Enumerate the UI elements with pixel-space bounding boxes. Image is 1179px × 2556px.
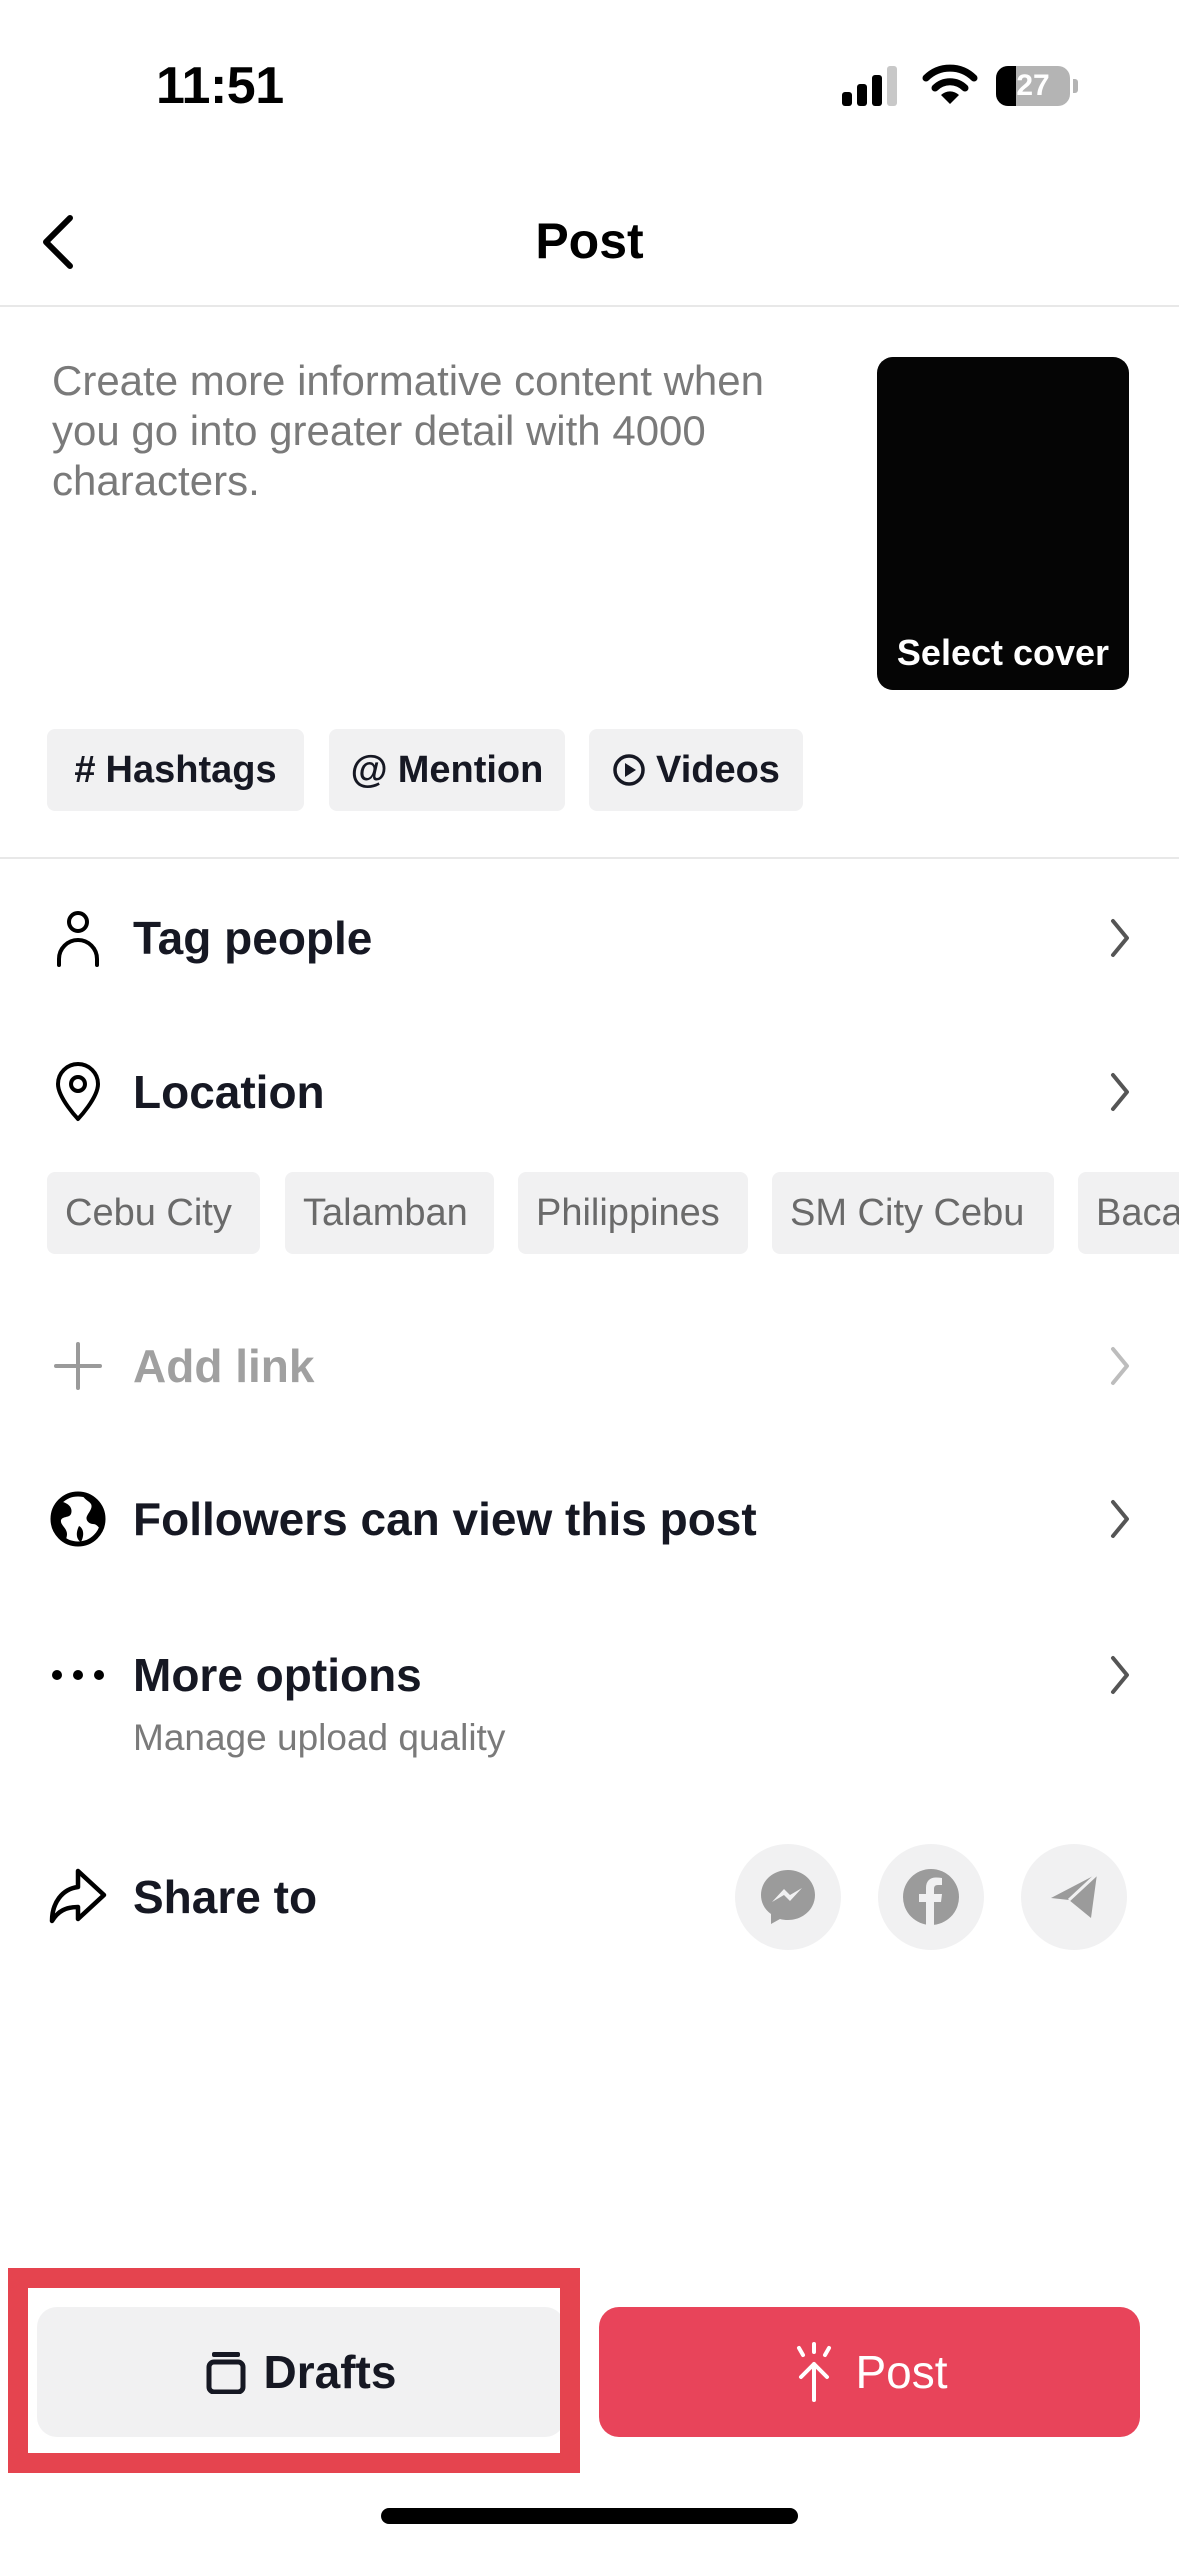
post-upload-icon bbox=[797, 2342, 832, 2402]
chevron-right-icon bbox=[1111, 1347, 1129, 1385]
mention-chip[interactable]: @ Mention bbox=[329, 729, 565, 811]
person-icon bbox=[48, 908, 108, 968]
play-circle-icon bbox=[613, 754, 645, 786]
cover-thumbnail[interactable]: Select cover bbox=[877, 357, 1129, 690]
hashtags-chip[interactable]: # Hashtags bbox=[47, 729, 304, 811]
add-link-row[interactable]: Add link bbox=[0, 1311, 1179, 1421]
location-suggestion-chip[interactable]: Philippines bbox=[518, 1172, 748, 1254]
description-input[interactable]: Create more informative content when you… bbox=[52, 356, 812, 506]
share-arrow-icon bbox=[48, 1867, 108, 1927]
location-suggestion-chip[interactable]: Baca bbox=[1078, 1172, 1179, 1254]
share-to-label: Share to bbox=[133, 1871, 318, 1923]
location-suggestion-chip[interactable]: Talamban bbox=[285, 1172, 494, 1254]
tag-people-label: Tag people bbox=[133, 912, 373, 964]
chevron-right-icon bbox=[1111, 1656, 1129, 1694]
at-icon: @ bbox=[350, 748, 388, 791]
location-suggestion-chip[interactable]: SM City Cebu bbox=[772, 1172, 1054, 1254]
signal-icon bbox=[842, 66, 897, 106]
messenger-icon bbox=[761, 1870, 815, 1924]
post-label: Post bbox=[855, 2346, 948, 2398]
location-pin-icon bbox=[48, 1062, 108, 1122]
share-messenger-button[interactable] bbox=[735, 1844, 841, 1950]
location-row[interactable]: Location bbox=[0, 1037, 1179, 1147]
battery-icon: 27 bbox=[996, 66, 1078, 106]
more-dots-icon bbox=[48, 1645, 108, 1705]
drafts-highlight-box bbox=[8, 2268, 580, 2473]
location-label: Location bbox=[133, 1066, 325, 1118]
chevron-right-icon bbox=[1111, 1073, 1129, 1111]
location-suggestion-chip[interactable]: Cebu City bbox=[47, 1172, 260, 1254]
home-indicator bbox=[381, 2508, 798, 2524]
tag-people-row[interactable]: Tag people bbox=[0, 883, 1179, 993]
chip-label: Hashtags bbox=[105, 748, 277, 791]
page-title: Post bbox=[535, 213, 644, 269]
header-divider bbox=[0, 305, 1179, 307]
telegram-icon bbox=[1051, 1872, 1099, 1918]
facebook-icon bbox=[903, 1869, 959, 1925]
add-link-label: Add link bbox=[133, 1340, 315, 1392]
post-button[interactable]: Post bbox=[599, 2307, 1140, 2437]
select-cover-label: Select cover bbox=[896, 632, 1110, 673]
battery-percent: 27 bbox=[1016, 69, 1050, 102]
hashtag-icon: # bbox=[74, 748, 96, 791]
chip-label: Mention bbox=[397, 748, 544, 791]
visibility-row[interactable]: Followers can view this post bbox=[0, 1464, 1179, 1574]
more-options-row[interactable]: More options bbox=[0, 1620, 1179, 1730]
globe-icon bbox=[48, 1489, 108, 1549]
plus-icon bbox=[48, 1336, 108, 1396]
visibility-label: Followers can view this post bbox=[133, 1493, 757, 1545]
more-options-label: More options bbox=[133, 1649, 422, 1701]
chevron-right-icon bbox=[1111, 919, 1129, 957]
videos-chip[interactable]: Videos bbox=[589, 729, 803, 811]
chevron-right-icon bbox=[1111, 1500, 1129, 1538]
share-facebook-button[interactable] bbox=[878, 1844, 984, 1950]
share-telegram-button[interactable] bbox=[1021, 1844, 1127, 1950]
section-divider bbox=[0, 857, 1179, 859]
status-time: 11:51 bbox=[156, 57, 284, 115]
more-options-sublabel: Manage upload quality bbox=[133, 1717, 506, 1758]
share-to-row: Share to bbox=[0, 1842, 700, 1952]
chip-label: Videos bbox=[656, 748, 780, 791]
wifi-icon bbox=[922, 64, 978, 104]
